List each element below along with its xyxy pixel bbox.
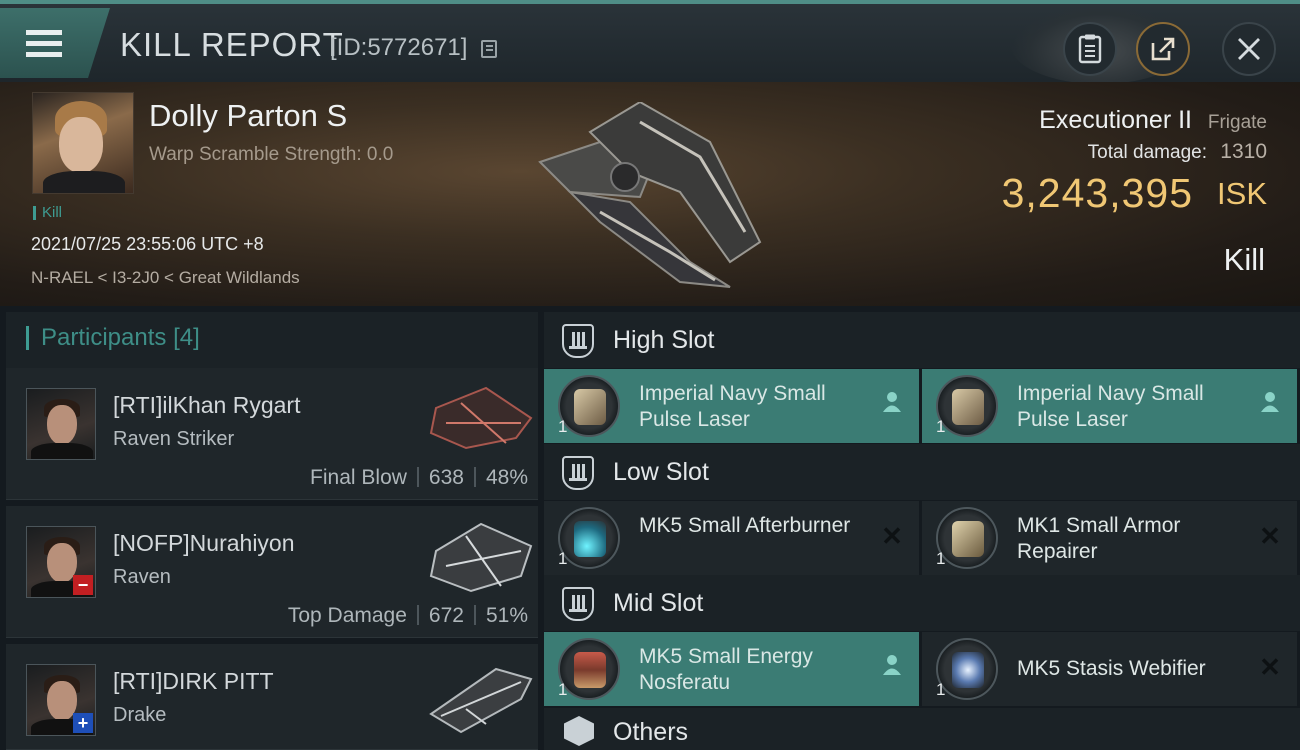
participant-percent: 48% xyxy=(485,466,528,489)
participant-stats: Top Damage 672 51% xyxy=(288,604,528,628)
low-slot-header: Low Slot xyxy=(544,444,1300,500)
participant-ship: Drake xyxy=(113,704,167,726)
participant-ship-image xyxy=(429,667,533,734)
module-quantity: 1 xyxy=(558,549,568,568)
participants-header: Participants [4] xyxy=(6,312,538,368)
high-slot-label: High Slot xyxy=(613,326,715,354)
ship-class: Frigate xyxy=(1207,112,1267,133)
module-quantity: 1 xyxy=(936,549,946,568)
participants-panel: Participants [4] [RTI]ilKhan Rygart Rave… xyxy=(6,312,538,750)
isk-value: 3,243,395 xyxy=(1001,170,1193,216)
destroyed-x-icon: ✕ xyxy=(881,521,903,551)
participant-row[interactable]: − [NOFP]Nurahiyon Raven Top Damage 672 51% xyxy=(6,506,538,638)
others-header: Others xyxy=(544,708,1300,750)
close-icon xyxy=(1238,38,1260,60)
mid-slot-header: Mid Slot xyxy=(544,575,1300,631)
module-quantity: 1 xyxy=(936,417,946,436)
module-name: MK5 Small Afterburner xyxy=(639,514,851,537)
module-item[interactable]: 1 MK5 Stasis Webifier ✕ xyxy=(922,632,1297,706)
module-name: Imperial Navy Small Pulse Laser xyxy=(1017,382,1204,431)
participant-stats: Final Blow 638 48% xyxy=(310,466,528,490)
menu-button[interactable] xyxy=(0,8,110,78)
ship-image xyxy=(538,102,762,288)
module-name: MK1 Small Armor Repairer xyxy=(1017,514,1181,563)
participant-avatar[interactable]: + xyxy=(26,664,96,736)
share-icon xyxy=(1151,37,1175,61)
participant-damage: 638 xyxy=(428,466,464,489)
person-icon xyxy=(879,654,905,680)
participants-label: Participants xyxy=(41,324,167,351)
module-name: MK5 Stasis Webifier xyxy=(1017,657,1206,680)
kill-tag: Kill xyxy=(33,205,62,220)
module-item[interactable]: 1 MK5 Small Afterburner ✕ xyxy=(544,501,919,575)
participant-name: [RTI]DIRK PITT xyxy=(113,668,274,694)
copy-icon[interactable] xyxy=(481,40,497,58)
module-name: MK5 Small Energy Nosferatu xyxy=(639,645,813,694)
participant-avatar[interactable]: − xyxy=(26,526,96,598)
participant-tag: Final Blow xyxy=(310,466,407,489)
clipboard-button[interactable] xyxy=(1063,22,1117,76)
module-item[interactable]: 1 Imperial Navy Small Pulse Laser xyxy=(922,369,1297,443)
module-name: Imperial Navy Small Pulse Laser xyxy=(639,382,826,431)
participant-ship: Raven Striker xyxy=(113,428,235,450)
hamburger-icon xyxy=(26,30,62,58)
high-slot-header: High Slot xyxy=(544,312,1300,368)
module-item[interactable]: 1 MK5 Small Energy Nosferatu xyxy=(544,632,919,706)
module-quantity: 1 xyxy=(558,417,568,436)
module-item[interactable]: 1 MK1 Small Armor Repairer ✕ xyxy=(922,501,1297,575)
kill-status: Kill xyxy=(1223,242,1265,277)
participant-ship: Raven xyxy=(113,566,171,588)
participant-row[interactable]: [RTI]ilKhan Rygart Raven Striker Final B… xyxy=(6,368,538,500)
participant-avatar[interactable] xyxy=(26,388,96,460)
cube-icon xyxy=(564,716,594,746)
participant-row[interactable]: + [RTI]DIRK PITT Drake xyxy=(6,644,538,750)
participants-title: Participants [4] xyxy=(26,326,200,350)
page-title: KILL REPORT xyxy=(120,26,344,63)
share-button[interactable] xyxy=(1136,22,1190,76)
clipboard-icon xyxy=(1078,34,1102,64)
fitting-panel: High Slot 1 Imperial Navy Small Pulse La… xyxy=(544,312,1300,750)
participant-damage: 672 xyxy=(428,604,464,627)
high-slot-icon xyxy=(562,324,594,358)
person-icon xyxy=(879,391,905,417)
report-id: [ID:5772671] xyxy=(330,34,468,61)
module-item[interactable]: 1 Imperial Navy Small Pulse Laser xyxy=(544,369,919,443)
header-bar: KILL REPORT [ID:5772671] xyxy=(0,0,1300,84)
participants-count: [4] xyxy=(173,324,200,351)
low-slot-icon xyxy=(562,456,594,490)
kill-datetime: 2021/07/25 23:55:06 UTC +8 xyxy=(31,234,264,254)
victim-banner: Dolly Parton S Warp Scramble Strength: 0… xyxy=(0,82,1300,306)
victim-name[interactable]: Dolly Parton S xyxy=(149,98,347,134)
participant-name: [RTI]ilKhan Rygart xyxy=(113,392,301,418)
minus-badge-icon: − xyxy=(73,575,93,595)
total-damage-value: 1310 xyxy=(1220,140,1267,163)
victim-portrait[interactable] xyxy=(32,92,134,194)
ship-name[interactable]: Executioner II xyxy=(1039,106,1192,135)
low-slot-label: Low Slot xyxy=(613,458,709,486)
kill-location: N-RAEL < I3-2J0 < Great Wildlands xyxy=(31,268,300,287)
warp-scramble-strength: Warp Scramble Strength: 0.0 xyxy=(149,144,394,165)
destroyed-x-icon: ✕ xyxy=(1259,521,1281,551)
total-damage-label: Total damage: xyxy=(1087,142,1207,163)
participant-name: [NOFP]Nurahiyon xyxy=(113,530,295,556)
plus-badge-icon: + xyxy=(73,713,93,733)
mid-slot-icon xyxy=(562,587,594,621)
mid-slot-label: Mid Slot xyxy=(613,589,704,617)
others-label: Others xyxy=(613,718,689,746)
participant-ship-image xyxy=(429,522,533,593)
participant-percent: 51% xyxy=(485,604,528,627)
isk-unit: ISK xyxy=(1217,176,1267,211)
participant-ship-image xyxy=(429,386,533,450)
participant-tag: Top Damage xyxy=(287,604,407,627)
close-button[interactable] xyxy=(1222,22,1276,76)
destroyed-x-icon: ✕ xyxy=(1259,652,1281,682)
module-quantity: 1 xyxy=(936,680,946,699)
module-quantity: 1 xyxy=(558,680,568,699)
person-icon xyxy=(1257,391,1283,417)
